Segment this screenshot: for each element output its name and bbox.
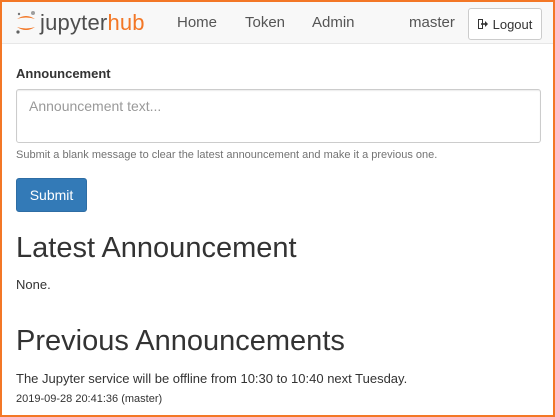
submit-button[interactable]: Submit [16,178,87,212]
previous-announcements-heading: Previous Announcements [16,325,345,357]
logout-label: Logout [492,16,533,32]
nav-link-token[interactable]: Token [245,14,285,32]
current-user: master [409,14,455,31]
logout-button[interactable]: Logout [468,8,542,40]
announcement-textarea[interactable] [16,89,541,143]
nav-link-admin[interactable]: Admin [312,14,355,32]
jupyterhub-logo[interactable]: jupyterhub [15,10,145,36]
announcement-help-text: Submit a blank message to clear the late… [16,149,438,161]
previous-announcement-meta: 2019-09-28 20:41:36 (master) [16,393,163,405]
sign-out-icon [477,19,488,29]
nav-link-home[interactable]: Home [177,14,217,32]
latest-announcement-text: None. [16,277,51,292]
latest-announcement-heading: Latest Announcement [16,232,297,264]
previous-announcement-text: The Jupyter service will be offline from… [16,371,408,386]
logo-text: jupyterhub [40,10,145,35]
jupyter-logo-icon [16,11,35,34]
announcement-label: Announcement [16,66,111,81]
navbar: jupyterhub Home Token Admin master Logou… [2,2,553,44]
